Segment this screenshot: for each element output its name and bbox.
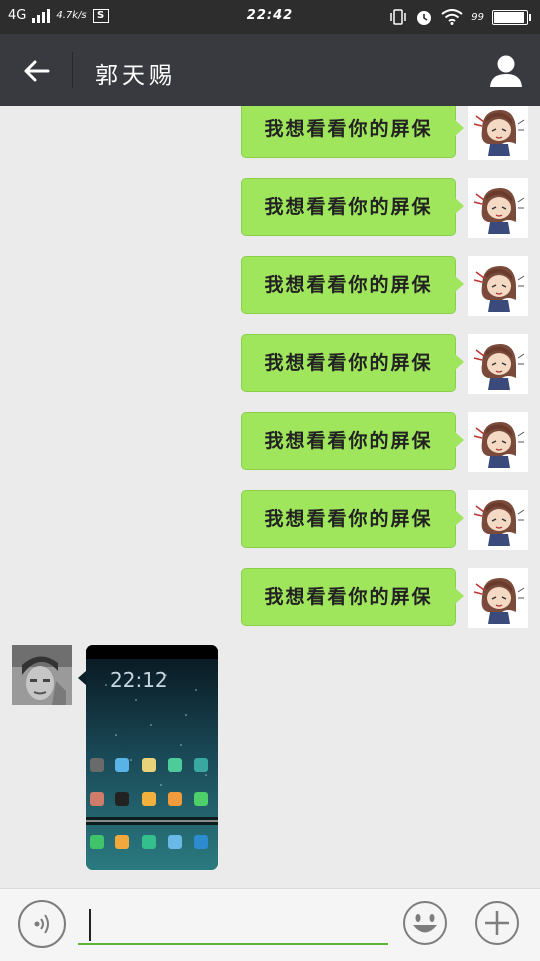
plus-icon[interactable]	[474, 900, 520, 946]
alarm-icon	[417, 11, 432, 25]
message-bubble[interactable]: 我想看看你的屏保	[241, 412, 464, 470]
my-avatar[interactable]	[468, 412, 528, 472]
incoming-image-message: 22:12	[12, 645, 252, 875]
my-avatar[interactable]	[468, 490, 528, 550]
status-right: 99	[389, 8, 531, 26]
input-bar	[0, 888, 540, 961]
battery-icon	[492, 9, 531, 25]
my-avatar[interactable]	[468, 106, 528, 160]
chat-header: 郭天赐	[0, 34, 540, 106]
vibrate-icon	[390, 9, 407, 25]
outgoing-message: 我想看看你的屏保	[228, 106, 528, 160]
chat-history[interactable]: 我想看看你的屏保 我想看看你的屏保 我想看看你的屏保 我想看看你的屏保 我想看看你的屏保…	[0, 106, 540, 888]
message-bubble[interactable]: 我想看看你的屏保	[241, 178, 464, 236]
voice-icon[interactable]	[18, 900, 66, 948]
my-avatar[interactable]	[468, 568, 528, 628]
outgoing-message: 我想看看你的屏保	[228, 178, 528, 238]
thumbnail-clock: 22:12	[110, 668, 168, 692]
status-bar: 4G 4.7k/s S 22:42 99	[0, 0, 540, 34]
outgoing-message: 我想看看你的屏保	[228, 256, 528, 316]
my-avatar[interactable]	[468, 256, 528, 316]
outgoing-message: 我想看看你的屏保	[228, 334, 528, 394]
message-bubble[interactable]: 我想看看你的屏保	[241, 568, 464, 626]
chat-title: 郭天赐	[95, 63, 176, 89]
message-bubble[interactable]: 我想看看你的屏保	[241, 334, 464, 392]
message-bubble[interactable]: 我想看看你的屏保	[241, 490, 464, 548]
battery-percent: 99	[471, 11, 484, 23]
message-bubble[interactable]: 我想看看你的屏保	[241, 106, 464, 158]
my-avatar[interactable]	[468, 178, 528, 238]
outgoing-message: 我想看看你的屏保	[228, 412, 528, 472]
message-bubble[interactable]: 我想看看你的屏保	[241, 256, 464, 314]
outgoing-message: 我想看看你的屏保	[228, 490, 528, 550]
bubble-tail	[78, 671, 86, 685]
wifi-icon	[441, 9, 463, 25]
header-divider	[72, 52, 73, 88]
person-icon[interactable]	[488, 54, 524, 88]
text-cursor	[89, 909, 91, 941]
contact-avatar[interactable]	[12, 645, 72, 705]
my-avatar[interactable]	[468, 334, 528, 394]
outgoing-message: 我想看看你的屏保	[228, 568, 528, 628]
back-arrow-icon[interactable]	[20, 54, 54, 88]
message-input[interactable]	[78, 903, 388, 945]
smiley-icon[interactable]	[402, 900, 448, 946]
screenshot-thumbnail[interactable]: 22:12	[86, 645, 218, 870]
